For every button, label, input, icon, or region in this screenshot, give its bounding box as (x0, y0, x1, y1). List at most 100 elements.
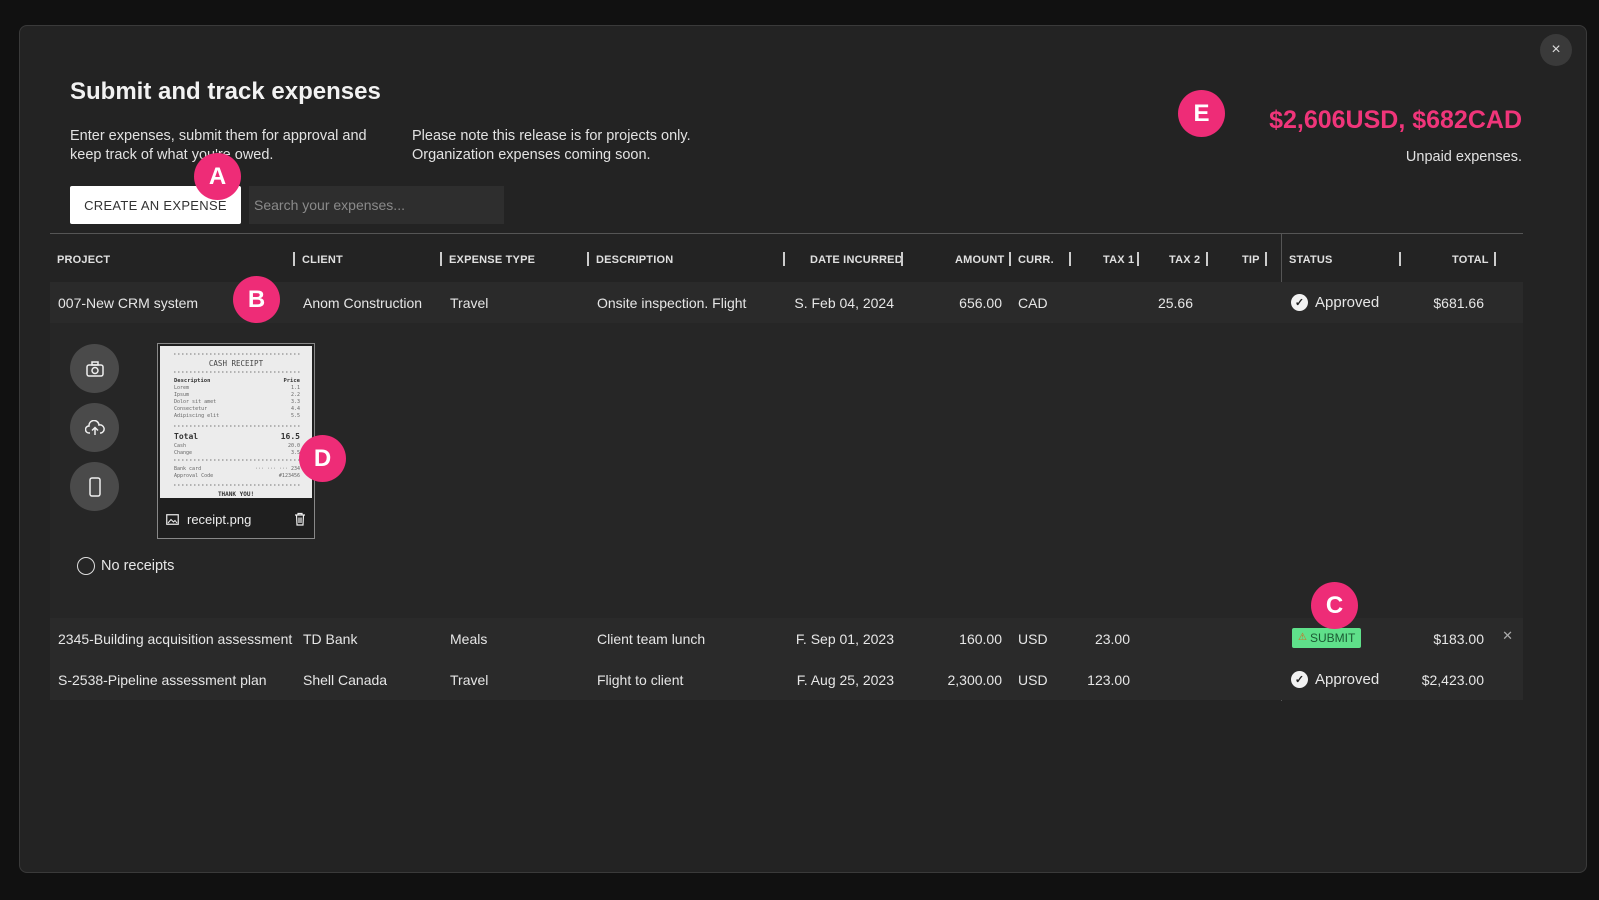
column-resizer[interactable] (587, 252, 589, 266)
header-client[interactable]: CLIENT (302, 254, 343, 266)
column-resizer[interactable] (1399, 252, 1401, 266)
cell-date: F. Sep 01, 2023 (795, 631, 894, 647)
title-bold: track expenses (207, 78, 381, 105)
cell-client: TD Bank (303, 631, 358, 647)
receipt-footer: receipt.png (158, 500, 314, 538)
header-tax1[interactable]: TAX 1 (1103, 254, 1134, 266)
cell-expense-type: Travel (450, 295, 489, 311)
cell-description: Flight to client (597, 672, 684, 688)
column-resizer[interactable] (1009, 252, 1011, 266)
receipt-cash-label: Cash (174, 443, 186, 449)
receipt-image: CASH RECEIPT Description Price Lorem 1.1 I… (160, 346, 312, 498)
marker-d: D (299, 435, 346, 482)
header-currency[interactable]: CURR. (1018, 254, 1054, 266)
receipt-item-name: Lorem (174, 385, 189, 391)
receipt-item-price: 4.4 (291, 406, 300, 412)
image-icon (166, 513, 179, 525)
receipt-total-value: 16.5 (281, 432, 300, 441)
cell-project: 2345-Building acquisition assessment (58, 631, 293, 647)
check-circle-icon: ✓ (1291, 294, 1308, 311)
cell-tax1: 123.00 (1087, 672, 1130, 688)
cell-date: F. Aug 25, 2023 (796, 672, 894, 688)
receipt-cash-value: 20.0 (288, 443, 300, 449)
column-resizer[interactable] (1069, 252, 1071, 266)
receipt-header: CASH RECEIPT (209, 359, 264, 368)
cell-client: Shell Canada (303, 672, 388, 688)
header-amount[interactable]: AMOUNT (955, 254, 1004, 266)
receipt-approval-label: Approval Code (174, 473, 213, 479)
unpaid-amount: $2,606USD, $682CAD (1269, 106, 1522, 134)
column-resizer[interactable] (440, 252, 442, 266)
marker-a: A (194, 153, 241, 200)
table-row[interactable]: 2345-Building acquisition assessment TD … (50, 618, 1523, 659)
cell-client: Anom Construction (303, 295, 423, 311)
receipt-filename: receipt.png (187, 511, 252, 527)
cell-currency: USD (1018, 672, 1048, 688)
cell-tax2: 25.66 (1157, 295, 1193, 311)
cell-currency: USD (1018, 631, 1048, 647)
receipt-bank-label: Bank card (174, 466, 201, 472)
receipt-col-price: Price (283, 378, 300, 384)
header-total[interactable]: TOTAL (1452, 254, 1489, 266)
trash-icon[interactable] (294, 512, 306, 526)
receipt-item-price: 5.5 (291, 413, 300, 419)
submit-button[interactable]: ⚠ SUBMIT (1292, 627, 1362, 648)
close-icon: × (1551, 41, 1561, 58)
camera-button[interactable] (70, 344, 119, 393)
header-tax2[interactable]: TAX 2 (1169, 254, 1200, 266)
cell-amount: 2,300.00 (947, 672, 1003, 688)
column-resizer[interactable] (783, 252, 785, 266)
receipt-bank-value: ··· ··· ··· 234 (255, 466, 300, 472)
cell-total: $183.00 (1433, 631, 1484, 647)
receipt-item-name: Adipiscing elit (174, 413, 219, 419)
receipt-thumbnail[interactable]: CASH RECEIPT Description Price Lorem 1.1 I… (157, 343, 315, 539)
column-resizer[interactable] (1137, 252, 1139, 266)
no-receipts-option[interactable]: No receipts (77, 557, 174, 575)
table-row[interactable]: S-2538-Pipeline assessment plan Shell Ca… (50, 659, 1523, 700)
camera-icon (85, 360, 104, 377)
status-approved: ✓ Approved (1291, 671, 1379, 688)
marker-c: C (1311, 582, 1358, 629)
cell-tax1: 23.00 (1094, 631, 1130, 647)
cell-project: S-2538-Pipeline assessment plan (58, 672, 267, 688)
cloud-upload-icon (84, 419, 105, 435)
cell-amount: 160.00 (959, 631, 1002, 647)
cell-total: $2,423.00 (1421, 672, 1484, 688)
header-tip[interactable]: TIP (1242, 254, 1260, 266)
receipt-item-price: 1.1 (291, 385, 300, 391)
cell-date: S. Feb 04, 2024 (794, 295, 894, 311)
header-status[interactable]: STATUS (1289, 254, 1333, 266)
check-circle-icon: ✓ (1291, 671, 1308, 688)
cell-total: $681.66 (1433, 295, 1484, 311)
receipt-item-name: Dolor sit amet (174, 399, 216, 405)
cell-project: 007-New CRM system (58, 295, 199, 311)
title-plain: Submit and (70, 78, 208, 105)
cell-expense-type: Travel (450, 672, 489, 688)
header-expense-type[interactable]: EXPENSE TYPE (449, 254, 535, 266)
mobile-button[interactable] (70, 462, 119, 511)
status-approved: ✓ Approved (1291, 294, 1379, 311)
cell-currency: CAD (1018, 295, 1048, 311)
cell-description: Client team lunch (597, 631, 706, 647)
cell-amount: 656.00 (959, 295, 1002, 311)
search-input[interactable] (249, 186, 504, 224)
column-resizer[interactable] (901, 252, 903, 266)
column-resizer[interactable] (1265, 252, 1267, 266)
column-resizer[interactable] (1206, 252, 1208, 266)
receipt-item-price: 3.3 (291, 399, 300, 405)
receipt-item-name: Ipsum (174, 392, 189, 398)
header-project[interactable]: PROJECT (57, 254, 110, 266)
close-button[interactable]: × (1540, 34, 1572, 66)
header-date-incurred[interactable]: DATE INCURRED (810, 254, 903, 266)
marker-e: E (1178, 90, 1225, 137)
cell-expense-type: Meals (450, 631, 488, 647)
header-description[interactable]: DESCRIPTION (596, 254, 673, 266)
cell-description: Onsite inspection. Flight (597, 295, 747, 311)
upload-button[interactable] (70, 403, 119, 452)
radio-button[interactable] (77, 557, 95, 575)
unpaid-summary: $2,606USD, $682CAD Unpaid expenses. (1269, 106, 1522, 165)
delete-row-icon[interactable]: ✕ (1502, 628, 1513, 644)
receipt-thanks: THANK YOU! (218, 491, 254, 498)
column-resizer[interactable] (293, 252, 295, 266)
column-resizer[interactable] (1494, 252, 1496, 266)
